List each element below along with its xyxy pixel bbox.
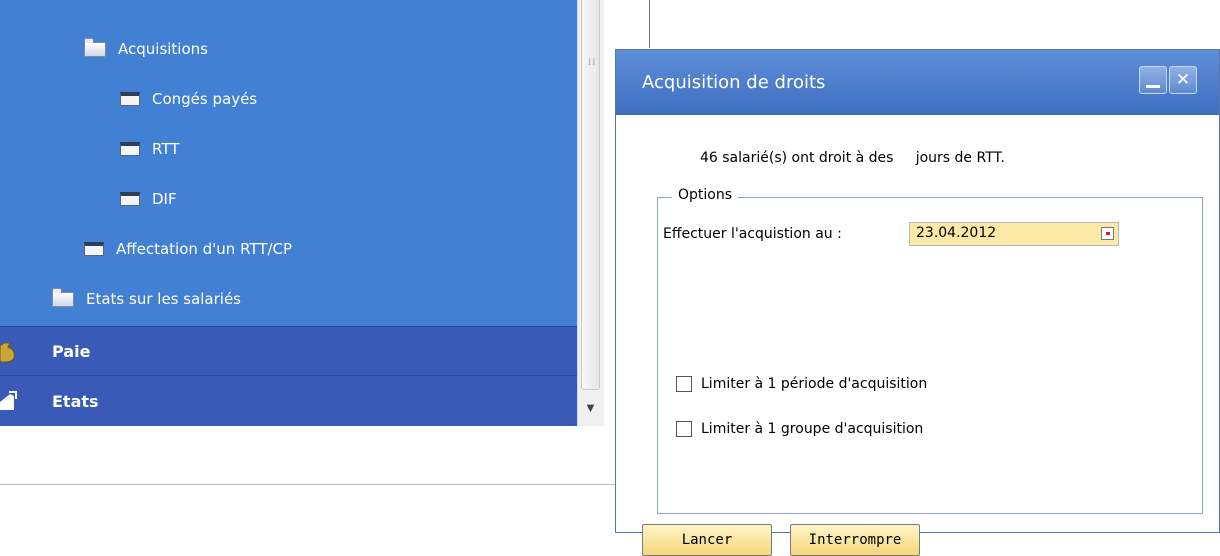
limit-group-checkbox[interactable]: Limiter à 1 groupe d'acquisition — [676, 421, 923, 437]
scroll-down-button[interactable]: ▼ — [581, 398, 600, 418]
tree-item-label: Congés payés — [152, 90, 258, 108]
launch-button[interactable]: Lancer — [642, 524, 772, 556]
divider — [0, 484, 616, 485]
section-paie[interactable]: Paie — [0, 326, 577, 375]
options-group: Options Effectuer l'acquistion au : 23.0… — [657, 187, 1203, 514]
form-icon — [120, 142, 140, 156]
form-icon — [120, 92, 140, 106]
calendar-icon[interactable] — [1101, 227, 1114, 240]
tree-item-affectation[interactable]: Affectation d'un RTT/CP — [84, 229, 292, 269]
options-legend: Options — [672, 187, 739, 203]
minimize-button[interactable] — [1139, 66, 1167, 94]
tree-item-etats-salaries[interactable]: Etats sur les salariés — [52, 279, 241, 319]
folder-icon — [52, 287, 74, 307]
acquisition-date-label: Effectuer l'acquistion au : — [663, 226, 842, 242]
section-etats[interactable]: Etats — [0, 375, 577, 426]
tree-item-conges-payes[interactable]: Congés payés — [120, 79, 257, 119]
section-label: Etats — [52, 391, 99, 411]
open-folder-icon — [84, 37, 106, 57]
tree-item-label: Acquisitions — [118, 40, 208, 58]
form-icon — [120, 192, 140, 206]
tree-item-label: RTT — [152, 140, 180, 158]
info-message: 46 salarié(s) ont droit à des jours de R… — [700, 150, 1005, 166]
chart-icon — [0, 391, 17, 410]
close-icon: ✕ — [1175, 70, 1191, 90]
scroll-grip-icon: ⁞⁞ — [588, 57, 597, 68]
dialog-title: Acquisition de droits — [642, 72, 826, 93]
acquisition-date-field[interactable]: 23.04.2012 — [909, 222, 1119, 246]
checkbox[interactable] — [676, 421, 692, 437]
tree-item-dif[interactable]: DIF — [120, 179, 177, 219]
section-label: Paie — [52, 341, 91, 361]
limit-period-checkbox[interactable]: Limiter à 1 période d'acquisition — [676, 376, 927, 392]
dialog-titlebar[interactable]: Acquisition de droits ✕ — [616, 50, 1219, 115]
tree-item-label: Etats sur les salariés — [86, 290, 241, 308]
minimize-icon — [1146, 84, 1160, 88]
close-button[interactable]: ✕ — [1169, 66, 1197, 94]
acquisition-dialog: Acquisition de droits ✕ 46 salarié(s) on… — [615, 49, 1220, 556]
checkbox[interactable] — [676, 376, 692, 392]
panel-divider — [649, 0, 650, 48]
checkbox-label: Limiter à 1 groupe d'acquisition — [701, 421, 924, 437]
chevron-down-icon: ▼ — [586, 402, 595, 414]
form-icon — [84, 242, 104, 256]
checkbox-label: Limiter à 1 période d'acquisition — [701, 376, 928, 392]
money-bag-icon — [0, 342, 15, 363]
nav-scrollbar[interactable]: ⁞⁞ ▼ — [577, 0, 604, 426]
tree-item-rtt[interactable]: RTT — [120, 129, 179, 169]
tree-item-label: Affectation d'un RTT/CP — [116, 240, 293, 258]
tree-item-label: DIF — [152, 190, 177, 208]
scroll-thumb[interactable]: ⁞⁞ — [581, 0, 600, 390]
tree-item-acquisitions[interactable]: Acquisitions — [84, 29, 208, 69]
date-value: 23.04.2012 — [916, 225, 997, 241]
navigation-tree: Acquisitions Congés payés RTT DIF Affect… — [0, 0, 577, 426]
interrupt-button[interactable]: Interrompre — [790, 524, 920, 556]
